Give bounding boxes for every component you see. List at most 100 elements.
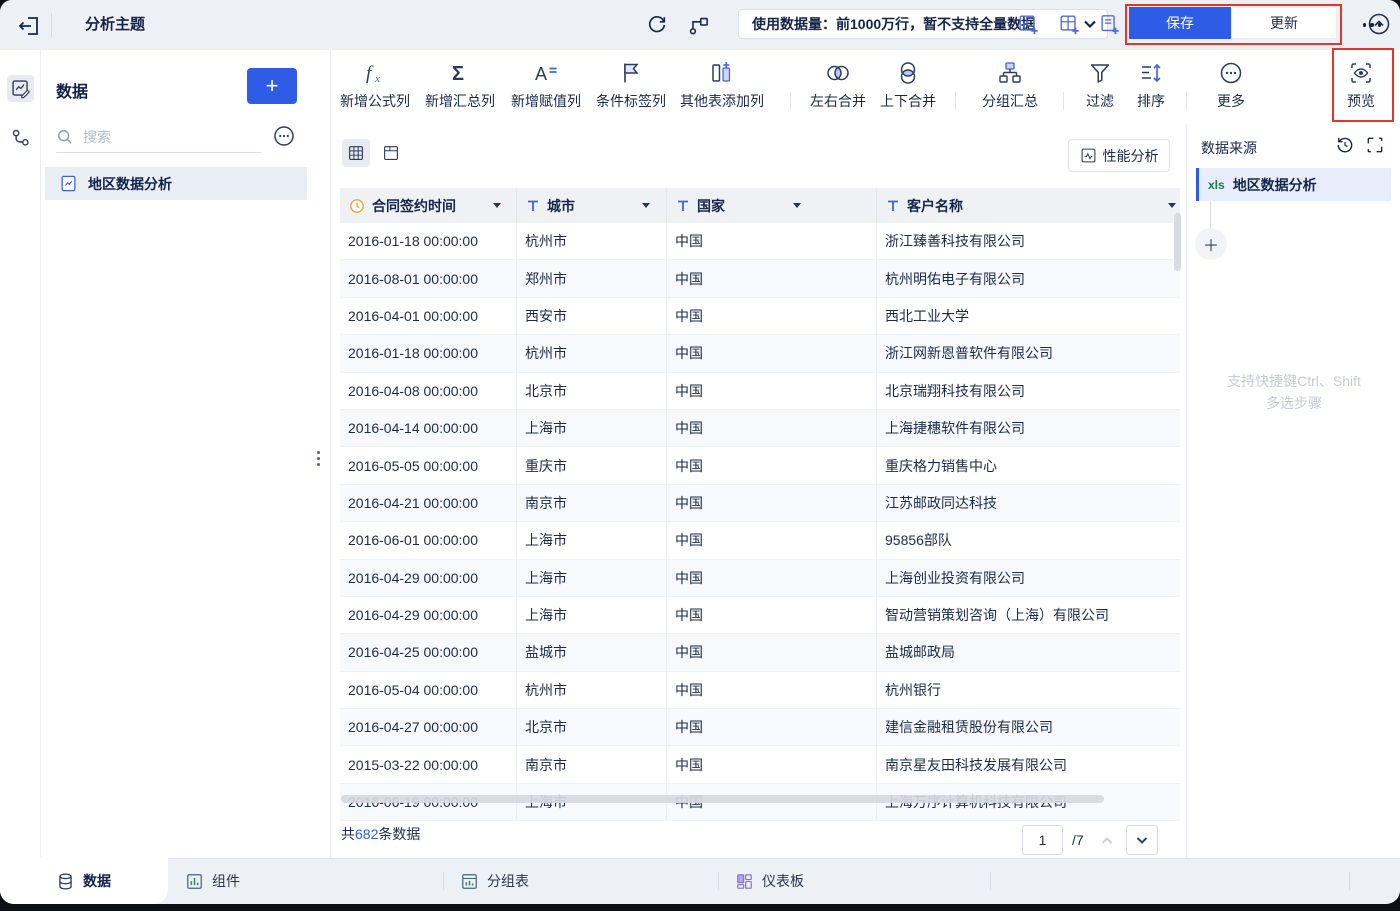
tool-more[interactable]: 更多 [1217,60,1245,111]
table-row[interactable]: 2016-01-18 00:00:00 杭州市 中国 浙江网新恩普软件有限公司 [340,335,1180,373]
cell-customer: 北京瑞翔科技有限公司 [885,382,1025,399]
horizontal-scrollbar[interactable] [341,795,1104,803]
search-options-icon[interactable] [272,124,296,148]
sort-icon [1142,63,1161,83]
column-header-city[interactable]: 城市 [517,188,667,223]
dashboard-icon [737,873,752,889]
lineage-icon[interactable] [684,11,712,39]
tab-data[interactable]: 数据 [56,858,111,904]
cell-city: 重庆市 [517,447,667,484]
data-panel-title: 数据 [56,84,89,101]
collapse-up-icon[interactable] [1367,12,1391,36]
cell-city: 上海市 [517,409,667,447]
tab-group-table[interactable]: 分组表 [460,858,529,904]
cell-date: 2016-04-27 00:00:00 [340,709,517,746]
tab-component[interactable]: 组件 [185,858,240,904]
data-volume-dropdown[interactable]: 使用数据量：前1000万行，暂不支持全量数据 [738,9,1108,39]
panel-resize-handle[interactable] [317,448,320,469]
text-type-icon [678,200,688,211]
column-header-date[interactable]: 合同签约时间 [340,188,517,223]
sidebar-item-dataset[interactable]: 地区数据分析 [45,167,307,200]
column-menu-caret[interactable] [1168,203,1176,212]
tool-preview[interactable]: 预览 [1347,60,1375,111]
cell-date: 2016-04-01 00:00:00 [340,297,517,335]
page-number-input[interactable] [1022,825,1063,855]
cell-city: 杭州市 [517,671,667,709]
performance-analysis-button[interactable]: 性能分析 [1068,139,1170,172]
save-button[interactable]: 保存 [1129,7,1231,39]
tool-filter[interactable]: 过滤 [1086,60,1114,111]
exit-icon[interactable] [16,13,42,39]
table-row[interactable]: 2016-04-29 00:00:00 上海市 中国 智动营销策划咨询（上海）有… [340,596,1180,635]
table-row[interactable]: 2016-04-29 00:00:00 上海市 中国 上海创业投资有限公司 [340,559,1180,597]
cell-city: 上海市 [517,522,667,559]
add-report-icon[interactable] [1097,12,1121,36]
view-grid-toggle[interactable] [342,139,370,167]
tab-dashboard[interactable]: 仪表板 [735,858,804,904]
table-row[interactable]: 2016-06-01 00:00:00 上海市 中国 95856部队 [340,522,1180,560]
table-row[interactable]: 2016-01-18 00:00:00 杭州市 中国 浙江臻善科技有限公司 [340,223,1180,261]
column-menu-caret[interactable] [793,203,801,212]
table-row[interactable]: 2016-05-05 00:00:00 重庆市 中国 重庆格力销售中心 [340,447,1180,485]
table-row[interactable]: 2016-04-01 00:00:00 西安市 中国 西北工业大学 [340,297,1180,336]
column-menu-caret[interactable] [642,203,650,212]
column-header-customer[interactable]: 客户名称 [877,188,1180,223]
table-row[interactable]: 2016-04-08 00:00:00 北京市 中国 北京瑞翔科技有限公司 [340,372,1180,410]
cell-city: 北京市 [517,372,667,409]
refresh-icon[interactable] [643,11,671,39]
view-layout-toggle[interactable] [377,139,405,167]
cell-city: 北京市 [517,709,667,746]
app-window: 分析主题 使用数据量：前1000万行，暂不支持全量数据 保存 更新 数据 + 搜… [0,0,1400,904]
add-step-button[interactable]: ＋ [1195,228,1227,260]
vertical-scrollbar[interactable] [1174,213,1181,271]
table-row[interactable]: 2016-04-21 00:00:00 南京市 中国 江苏邮政同达科技 [340,484,1180,523]
cell-date: 2016-04-25 00:00:00 [340,634,517,671]
tool-summary-column[interactable]: Σ 新增汇总列 [425,60,495,111]
table-row[interactable]: 2016-05-04 00:00:00 杭州市 中国 杭州银行 [340,671,1180,710]
cell-customer: 浙江网新恩普软件有限公司 [885,345,1053,362]
tool-condition-tag-column[interactable]: 条件标签列 [596,60,666,111]
column-header-country[interactable]: 国家 [667,188,877,223]
tool-group-summary[interactable]: 分组汇总 [982,60,1038,111]
data-table: 合同签约时间 城市 国家 客户名称 2016-01-18 00:00:00 杭州… [340,188,1180,821]
column-menu-caret[interactable] [493,203,501,212]
table-row[interactable]: 2016-08-01 00:00:00 郑州市 中国 杭州明佑电子有限公司 [340,260,1180,298]
step-history-icon[interactable] [1335,135,1355,155]
add-chart-icon[interactable] [1016,12,1040,36]
flow-route-icon[interactable] [7,124,34,151]
multi-select-hint: 支持快捷键Ctrl、Shift 多选步骤 [1227,373,1361,411]
update-button[interactable]: 更新 [1231,7,1337,39]
cell-date: 2016-05-04 00:00:00 [340,671,517,709]
tool-add-column-from-table[interactable]: 其他表添加列 [680,60,764,111]
cell-customer: 上海创业投资有限公司 [885,569,1025,586]
table-row[interactable]: 2016-04-25 00:00:00 盐城市 中国 盐城邮政局 [340,634,1180,672]
tool-union-vertical[interactable]: 上下合并 [880,60,936,111]
text-type-icon [888,200,898,211]
tool-sort[interactable]: 排序 [1137,60,1165,111]
add-data-button[interactable]: + [247,68,297,104]
chevron-down-icon [1136,837,1148,844]
database-icon [59,873,72,889]
tool-join-horizontal[interactable]: 左右合并 [810,60,866,111]
search-input[interactable] [81,128,235,146]
sidebar-item-label: 地区数据分析 [88,175,172,192]
tool-assign-column[interactable]: A 新增赋值列 [511,60,581,111]
page-up-button[interactable] [1094,828,1120,854]
top-bar: 分析主题 使用数据量：前1000万行，暂不支持全量数据 保存 更新 [0,0,1400,51]
search-icon [57,129,72,144]
sigma-icon: Σ [452,63,464,85]
cell-date: 2016-01-18 00:00:00 [340,335,517,372]
cell-customer: 西北工业大学 [885,307,969,324]
cell-customer: 建信金融租赁股份有限公司 [885,719,1053,736]
swap-layout-icon[interactable] [1365,135,1385,155]
table-row[interactable]: 2016-04-27 00:00:00 北京市 中国 建信金融租赁股份有限公司 [340,709,1180,747]
table-row[interactable]: 2015-03-22 00:00:00 南京市 中国 南京星友田科技发展有限公司 [340,746,1180,784]
add-dashboard-icon[interactable] [1057,12,1081,36]
clock-icon [350,198,364,213]
page-down-button[interactable] [1126,825,1158,855]
table-row[interactable]: 2016-04-14 00:00:00 上海市 中国 上海捷穗软件有限公司 [340,409,1180,448]
data-source-step[interactable]: xls 地区数据分析 [1196,168,1391,201]
tool-formula-column[interactable]: fx 新增公式列 [340,60,410,111]
join-lr-icon [827,65,849,81]
analysis-subject-icon[interactable] [7,75,34,102]
